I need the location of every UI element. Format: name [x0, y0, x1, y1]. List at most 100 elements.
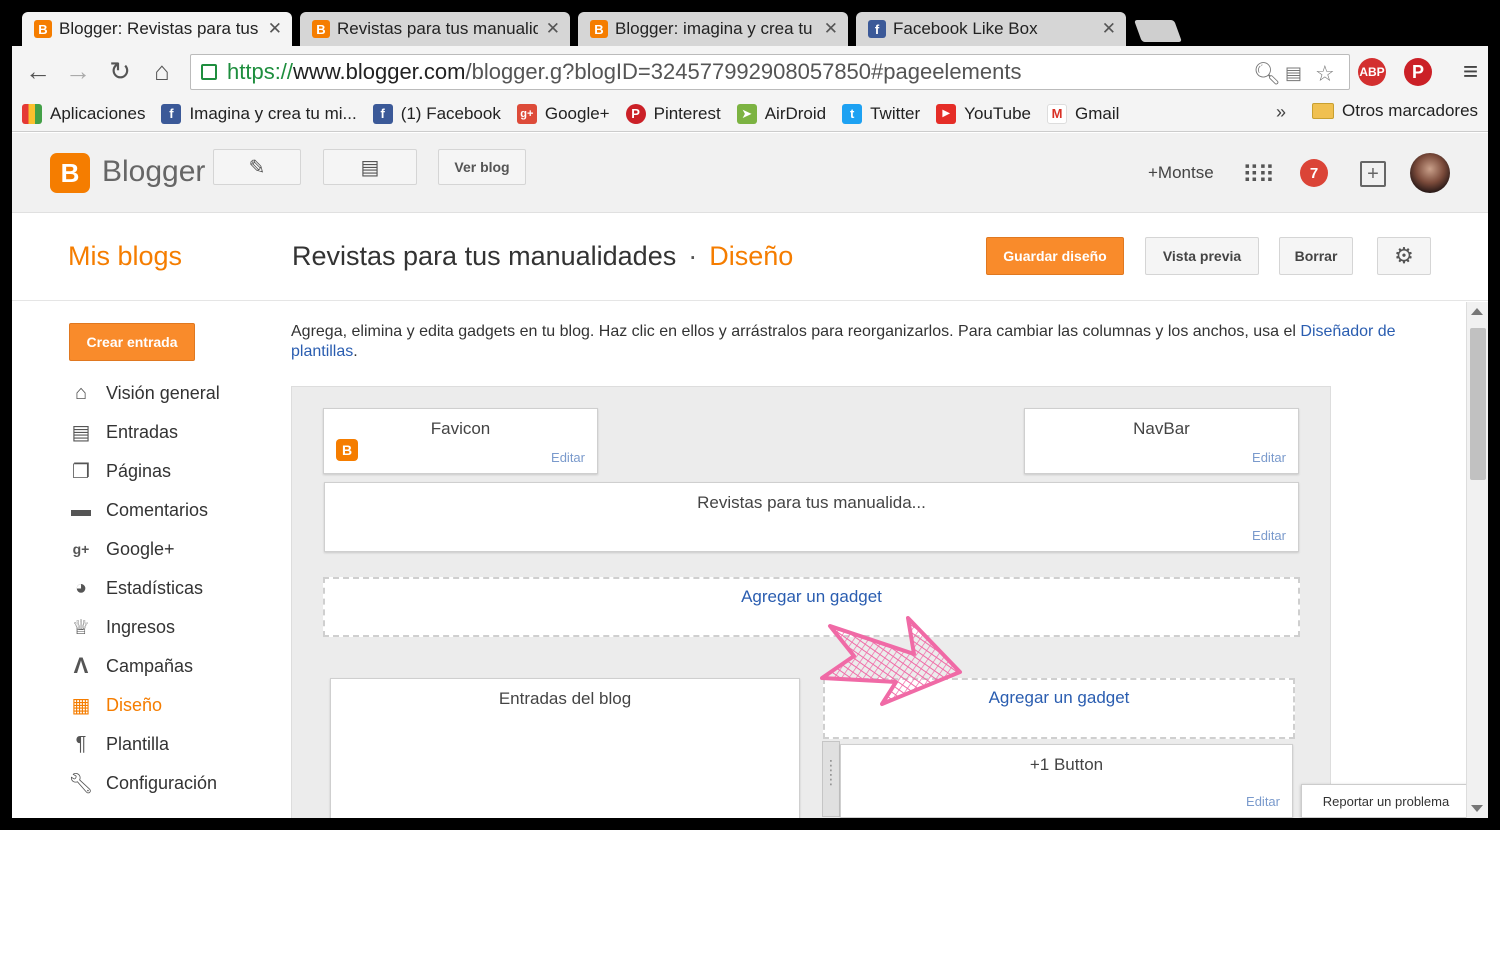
- tab-blogger-revistas[interactable]: B Blogger: Revistas para tus ✕: [22, 12, 292, 46]
- tab-facebook-like-box[interactable]: f Facebook Like Box ✕: [856, 12, 1126, 46]
- new-post-button[interactable]: ✎: [213, 149, 301, 185]
- bookmark-label: Imagina y crea tu mi...: [189, 103, 357, 123]
- bookmark-google-plus[interactable]: g+ Google+: [516, 103, 610, 124]
- sidebar: Crear entrada ⌂ Visión general ▤ Entrada…: [12, 302, 282, 818]
- ver-blog-button[interactable]: Ver blog: [438, 149, 526, 185]
- blogger-icon: B: [312, 20, 330, 38]
- gadget-edit-link[interactable]: Editar: [1252, 450, 1286, 465]
- close-icon[interactable]: ✕: [824, 19, 838, 39]
- bookmark-gmail[interactable]: M Gmail: [1046, 103, 1119, 124]
- reload-icon[interactable]: ↻: [104, 56, 136, 86]
- back-arrow-icon[interactable]: ←: [22, 56, 54, 86]
- guardar-diseno-button[interactable]: Guardar diseño: [986, 237, 1124, 275]
- tab-title: Blogger: Revistas para tus: [59, 19, 259, 38]
- home-icon[interactable]: ⌂: [146, 56, 178, 86]
- settings-button[interactable]: ⚙: [1377, 237, 1431, 275]
- borrar-button[interactable]: Borrar: [1279, 237, 1353, 275]
- sidebar-item-ingresos[interactable]: ♕ Ingresos: [68, 614, 175, 640]
- menu-icon[interactable]: ≡: [1463, 56, 1478, 87]
- sidebar-item-google-plus[interactable]: g+ Google+: [68, 536, 175, 562]
- bookmark-aplicaciones[interactable]: Aplicaciones: [22, 103, 145, 124]
- gadget-title: Favicon: [430, 419, 491, 438]
- pinterest-icon: P: [625, 103, 646, 124]
- add-gadget-link[interactable]: Agregar un gadget: [741, 587, 882, 606]
- gadget-title: NavBar: [1133, 419, 1190, 438]
- close-icon[interactable]: ✕: [268, 19, 282, 39]
- gadget-title: Revistas para tus manualida...: [697, 493, 926, 512]
- sidebar-item-configuracion[interactable]: 🔧︎ Configuración: [68, 770, 217, 796]
- star-icon[interactable]: ☆: [1315, 61, 1335, 87]
- notifications-badge[interactable]: 7: [1300, 159, 1328, 187]
- avatar[interactable]: [1410, 153, 1450, 193]
- bookmark-label: (1) Facebook: [400, 103, 501, 123]
- zoom-icon[interactable]: 🔍︎: [1253, 61, 1281, 87]
- forward-arrow-icon[interactable]: →: [62, 56, 94, 86]
- gadget-edit-link[interactable]: Editar: [1246, 794, 1280, 809]
- drag-handle[interactable]: ⋮ ⋮: [822, 741, 840, 817]
- scroll-up-arrow-icon[interactable]: [1471, 308, 1483, 315]
- sidebar-item-plantilla[interactable]: ¶ Plantilla: [68, 731, 169, 757]
- gadget-navbar[interactable]: NavBar Editar: [1024, 408, 1299, 474]
- sidebar-item-label: Páginas: [106, 460, 172, 481]
- youtube-icon: ▶: [936, 103, 957, 124]
- translate-icon[interactable]: ▤: [1285, 63, 1302, 84]
- sidebar-item-entradas[interactable]: ▤ Entradas: [68, 419, 179, 445]
- blogger-logo-text[interactable]: Blogger: [102, 155, 205, 189]
- address-bar[interactable]: https://www.blogger.com/blogger.g?blogID…: [190, 54, 1350, 90]
- sidebar-item-campanas[interactable]: Λ Campañas: [68, 653, 193, 679]
- scroll-down-arrow-icon[interactable]: [1471, 805, 1483, 812]
- user-profile-link[interactable]: +Montse: [1148, 163, 1214, 183]
- scrollbar[interactable]: [1466, 302, 1488, 818]
- gadget-edit-link[interactable]: Editar: [1252, 528, 1286, 543]
- pages-icon: ❐: [72, 460, 90, 483]
- pinterest-icon[interactable]: P: [1404, 58, 1432, 86]
- add-gadget-top[interactable]: Agregar un gadget: [323, 577, 1300, 637]
- add-gadget-link[interactable]: Agregar un gadget: [989, 688, 1130, 707]
- bookmark-airdroid[interactable]: ➤ AirDroid: [736, 103, 826, 124]
- borrar-label: Borrar: [1294, 248, 1338, 264]
- crear-entrada-button[interactable]: Crear entrada: [69, 323, 195, 361]
- bookmarks-bar: Aplicaciones f Imagina y crea tu mi... f…: [12, 96, 1488, 132]
- bookmark-pinterest[interactable]: P Pinterest: [625, 103, 721, 124]
- adblock-icon[interactable]: ABP: [1358, 58, 1386, 86]
- sidebar-item-vision-general[interactable]: ⌂ Visión general: [68, 380, 220, 406]
- bookmark-youtube[interactable]: ▶ YouTube: [936, 103, 1031, 124]
- bookmark-twitter[interactable]: t Twitter: [842, 103, 921, 124]
- ver-blog-label: Ver blog: [454, 159, 510, 175]
- gadget-plus-one-button[interactable]: +1 Button Editar: [840, 744, 1293, 818]
- bookmark-facebook[interactable]: f (1) Facebook: [372, 103, 501, 124]
- gadget-header[interactable]: Revistas para tus manualida... Editar: [324, 482, 1299, 552]
- bookmark-imagina[interactable]: f Imagina y crea tu mi...: [161, 103, 357, 124]
- blogger-logo-icon[interactable]: B: [50, 153, 90, 193]
- bookmark-label: YouTube: [964, 103, 1031, 123]
- scroll-thumb[interactable]: [1470, 328, 1486, 480]
- gadget-favicon[interactable]: Favicon B Editar: [323, 408, 598, 474]
- reportar-problema-button[interactable]: Reportar un problema: [1301, 784, 1471, 818]
- bookmarks-overflow-button[interactable]: »: [1276, 102, 1286, 123]
- apps-grid-icon: [22, 103, 42, 124]
- home-icon: ⌂: [74, 381, 88, 404]
- tab-blogger-imagina[interactable]: B Blogger: imagina y crea tu ✕: [578, 12, 848, 46]
- gadget-entradas-blog[interactable]: Entradas del blog: [330, 678, 800, 818]
- sidebar-item-estadisticas[interactable]: ◕ Estadísticas: [68, 575, 203, 601]
- mis-blogs-link[interactable]: Mis blogs: [68, 241, 182, 272]
- close-icon[interactable]: ✕: [1102, 19, 1116, 39]
- close-icon[interactable]: ✕: [546, 19, 560, 39]
- new-tab-button[interactable]: [1133, 20, 1183, 42]
- bookmark-otros-marcadores[interactable]: Otros marcadores: [1312, 101, 1478, 121]
- sidebar-item-comentarios[interactable]: ▬ Comentarios: [68, 497, 208, 523]
- tab-title: Blogger: imagina y crea tu: [615, 19, 813, 38]
- bookmark-label: Otros marcadores: [1342, 101, 1479, 120]
- apps-grid-icon[interactable]: ⠿⠿: [1242, 161, 1275, 190]
- sidebar-item-diseno[interactable]: ▦ Diseño: [68, 692, 162, 718]
- twitter-icon: t: [842, 103, 863, 124]
- vista-previa-button[interactable]: Vista previa: [1145, 237, 1259, 275]
- gadget-edit-link[interactable]: Editar: [551, 450, 585, 465]
- bookmark-label: Twitter: [870, 103, 921, 123]
- posts-list-button[interactable]: ▤: [323, 149, 417, 185]
- tab-revistas-manualidades[interactable]: B Revistas para tus manualid ✕: [300, 12, 570, 46]
- wrench-icon: 🔧︎: [68, 772, 94, 795]
- tab-title: Facebook Like Box: [893, 19, 1038, 38]
- sidebar-item-paginas[interactable]: ❐ Páginas: [68, 458, 171, 484]
- share-plus-icon[interactable]: +: [1360, 161, 1386, 187]
